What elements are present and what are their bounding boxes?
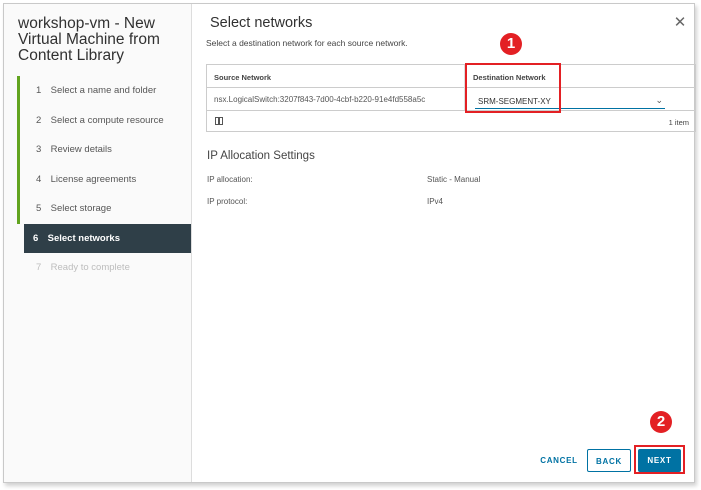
step-number: 4 [36, 173, 42, 185]
step-select-networks[interactable]: 6 Select networks [24, 223, 191, 253]
step-license-agreements[interactable]: 4 License agreements [17, 164, 191, 194]
ip-protocol-value: IPv4 [427, 197, 444, 206]
step-number: 5 [36, 203, 42, 214]
step-number: 7 [36, 262, 42, 273]
step-select-compute-resource[interactable]: 2 Select a compute resource [17, 105, 191, 135]
step-label: License agreements [50, 173, 137, 185]
step-ready-to-complete: 7 Ready to complete [17, 253, 191, 283]
step-label: Select a name and folder [50, 85, 157, 96]
back-button[interactable]: BACK [587, 449, 631, 472]
annotation-badge-1: 1 [500, 33, 522, 55]
grid-header: Source Network Destination Network [207, 65, 695, 88]
item-count: 1 item [668, 118, 689, 127]
page-title: Select networks [210, 15, 313, 31]
annotation-badge-2: 2 [650, 411, 672, 433]
ip-protocol-label: IP protocol: [207, 197, 248, 206]
step-label: Select networks [47, 232, 120, 244]
step-number: 3 [36, 144, 42, 155]
column-header-source[interactable]: Source Network [214, 73, 271, 82]
page-subtitle: Select a destination network for each so… [206, 38, 408, 48]
annotation-highlight-next [634, 445, 685, 474]
step-label: Select storage [50, 203, 112, 214]
cancel-button[interactable]: CANCEL [538, 449, 580, 472]
annotation-highlight-destination [465, 63, 561, 113]
step-label: Review details [50, 144, 112, 155]
grid-footer: 1 item [207, 110, 695, 132]
step-label: Ready to complete [50, 262, 130, 273]
step-number: 1 [36, 85, 42, 96]
chevron-down-icon: ⌄ [655, 95, 663, 105]
column-toggle-icon[interactable] [215, 117, 223, 125]
network-grid: Source Network Destination Network nsx.L… [206, 64, 696, 132]
source-network-cell: nsx.LogicalSwitch:3207f843-7d00-4cbf-b22… [214, 95, 426, 104]
wizard-steps: 1 Select a name and folder 2 Select a co… [17, 76, 191, 283]
step-label: Select a compute resource [50, 114, 164, 126]
step-number: 6 [33, 232, 39, 244]
close-icon[interactable]: ✕ [673, 15, 687, 30]
wizard-sidebar: workshop-vm - New Virtual Machine from C… [4, 4, 192, 482]
ip-settings-title: IP Allocation Settings [207, 150, 315, 162]
wizard-main: Select networks Select a destination net… [191, 3, 696, 483]
wizard-title: workshop-vm - New Virtual Machine from C… [18, 15, 160, 64]
step-number: 2 [36, 114, 42, 126]
step-select-name-folder[interactable]: 1 Select a name and folder [17, 76, 191, 106]
ip-allocation-value: Static - Manual [427, 175, 481, 184]
step-review-details[interactable]: 3 Review details [17, 135, 191, 165]
ip-allocation-label: IP allocation: [207, 175, 253, 184]
step-select-storage[interactable]: 5 Select storage [17, 194, 191, 224]
